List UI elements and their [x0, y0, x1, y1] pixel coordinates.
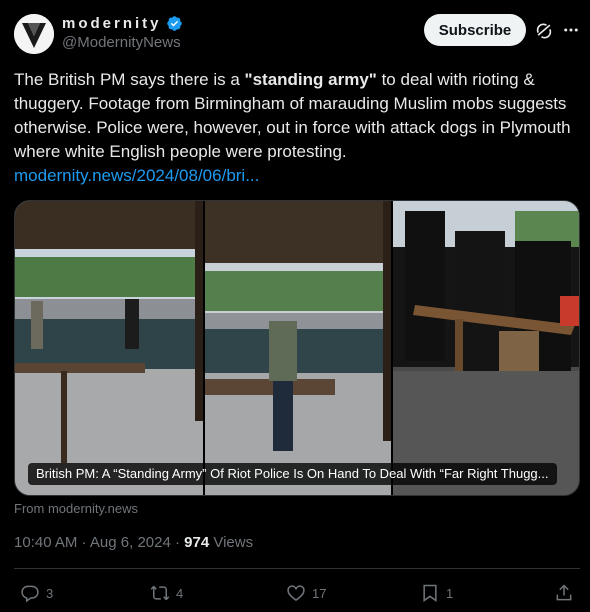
more-options-icon[interactable] [562, 20, 580, 40]
repost-button[interactable]: 4 [150, 580, 183, 606]
tweet-text-part1: The British PM says there is a [14, 70, 245, 89]
tweet-header: modernity @ModernityNews Subscribe [14, 14, 580, 56]
author-handle[interactable]: @ModernityNews [62, 34, 183, 51]
article-link[interactable]: modernity.news/2024/08/06/bri... [14, 166, 259, 185]
tweet-text-bold: "standing army" [244, 70, 377, 89]
like-count: 17 [312, 585, 327, 601]
meta-separator-2: · [170, 534, 185, 551]
meta-separator: · [77, 534, 90, 551]
reply-button[interactable]: 3 [20, 580, 53, 606]
bookmark-icon [423, 584, 437, 602]
reply-icon [21, 585, 39, 603]
media-caption: British PM: A “Standing Army” Of Riot Po… [28, 463, 557, 485]
author-display-name[interactable]: modernity [62, 15, 183, 32]
author-names: modernity @ModernityNews [62, 15, 183, 51]
like-button[interactable]: 17 [286, 580, 326, 606]
share-button[interactable] [554, 580, 580, 606]
share-icon [556, 584, 572, 601]
display-name-text: modernity [62, 15, 162, 32]
link-card-media[interactable]: British PM: A “Standing Army” Of Riot Po… [14, 200, 580, 496]
repost-icon [150, 585, 170, 601]
subscribe-button[interactable]: Subscribe [424, 14, 526, 46]
views-count: 974 [184, 534, 210, 551]
tweet-text: The British PM says there is a "standing… [14, 68, 580, 188]
verified-badge-icon [166, 16, 182, 31]
repost-count: 4 [176, 585, 184, 601]
bookmark-count: 1 [446, 585, 454, 601]
views-label: Views [209, 534, 254, 551]
link-source[interactable]: From modernity.news [14, 501, 138, 516]
author-avatar[interactable] [14, 14, 54, 54]
modernity-logo-icon [14, 14, 54, 54]
action-bar: 3 4 17 1 [0, 580, 590, 606]
grok-icon[interactable] [534, 21, 554, 41]
divider [14, 568, 580, 569]
heart-icon [287, 585, 305, 602]
news-video-thumbnail [15, 201, 579, 495]
tweet-meta: 10:40 AM · Aug 6, 2024 · 974 Views [14, 534, 253, 551]
tweet-date[interactable]: Aug 6, 2024 [90, 534, 171, 551]
bookmark-button[interactable]: 1 [420, 580, 453, 606]
tweet-time[interactable]: 10:40 AM [14, 534, 77, 551]
reply-count: 3 [46, 585, 54, 601]
